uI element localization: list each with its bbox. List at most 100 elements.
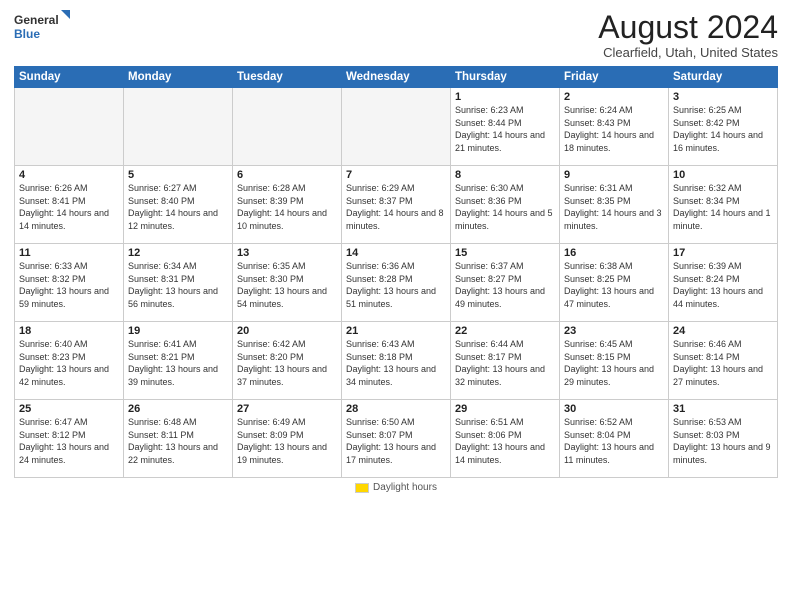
calendar-cell: 27Sunrise: 6:49 AM Sunset: 8:09 PM Dayli… xyxy=(233,400,342,478)
legend-item: Daylight hours xyxy=(355,482,437,493)
calendar-cell: 10Sunrise: 6:32 AM Sunset: 8:34 PM Dayli… xyxy=(669,166,778,244)
day-detail: Sunrise: 6:24 AM Sunset: 8:43 PM Dayligh… xyxy=(564,104,664,154)
month-year-title: August 2024 xyxy=(598,10,778,45)
calendar-cell: 11Sunrise: 6:33 AM Sunset: 8:32 PM Dayli… xyxy=(15,244,124,322)
weekday-header-row: SundayMondayTuesdayWednesdayThursdayFrid… xyxy=(15,67,778,88)
day-number: 31 xyxy=(673,403,773,415)
calendar-cell: 7Sunrise: 6:29 AM Sunset: 8:37 PM Daylig… xyxy=(342,166,451,244)
day-number: 15 xyxy=(455,247,555,259)
day-number: 12 xyxy=(128,247,228,259)
calendar-cell: 30Sunrise: 6:52 AM Sunset: 8:04 PM Dayli… xyxy=(560,400,669,478)
day-detail: Sunrise: 6:49 AM Sunset: 8:09 PM Dayligh… xyxy=(237,416,337,466)
calendar-cell: 9Sunrise: 6:31 AM Sunset: 8:35 PM Daylig… xyxy=(560,166,669,244)
day-detail: Sunrise: 6:37 AM Sunset: 8:27 PM Dayligh… xyxy=(455,260,555,310)
calendar-cell: 12Sunrise: 6:34 AM Sunset: 8:31 PM Dayli… xyxy=(124,244,233,322)
day-detail: Sunrise: 6:32 AM Sunset: 8:34 PM Dayligh… xyxy=(673,182,773,232)
day-detail: Sunrise: 6:39 AM Sunset: 8:24 PM Dayligh… xyxy=(673,260,773,310)
day-detail: Sunrise: 6:27 AM Sunset: 8:40 PM Dayligh… xyxy=(128,182,228,232)
day-number: 11 xyxy=(19,247,119,259)
calendar-table: SundayMondayTuesdayWednesdayThursdayFrid… xyxy=(14,66,778,478)
page-container: General Blue August 2024 Clearfield, Uta… xyxy=(0,0,792,612)
calendar-cell: 18Sunrise: 6:40 AM Sunset: 8:23 PM Dayli… xyxy=(15,322,124,400)
calendar-cell: 4Sunrise: 6:26 AM Sunset: 8:41 PM Daylig… xyxy=(15,166,124,244)
day-number: 3 xyxy=(673,91,773,103)
calendar-cell: 23Sunrise: 6:45 AM Sunset: 8:15 PM Dayli… xyxy=(560,322,669,400)
day-number: 26 xyxy=(128,403,228,415)
calendar-cell: 14Sunrise: 6:36 AM Sunset: 8:28 PM Dayli… xyxy=(342,244,451,322)
calendar-week-3: 11Sunrise: 6:33 AM Sunset: 8:32 PM Dayli… xyxy=(15,244,778,322)
day-number: 4 xyxy=(19,169,119,181)
calendar-cell: 20Sunrise: 6:42 AM Sunset: 8:20 PM Dayli… xyxy=(233,322,342,400)
day-number: 17 xyxy=(673,247,773,259)
day-number: 8 xyxy=(455,169,555,181)
calendar-cell: 6Sunrise: 6:28 AM Sunset: 8:39 PM Daylig… xyxy=(233,166,342,244)
logo-svg: General Blue xyxy=(14,10,70,44)
calendar-cell: 5Sunrise: 6:27 AM Sunset: 8:40 PM Daylig… xyxy=(124,166,233,244)
day-number: 25 xyxy=(19,403,119,415)
location-subtitle: Clearfield, Utah, United States xyxy=(598,45,778,60)
weekday-header-saturday: Saturday xyxy=(669,67,778,88)
day-detail: Sunrise: 6:41 AM Sunset: 8:21 PM Dayligh… xyxy=(128,338,228,388)
calendar-cell: 26Sunrise: 6:48 AM Sunset: 8:11 PM Dayli… xyxy=(124,400,233,478)
calendar-cell: 17Sunrise: 6:39 AM Sunset: 8:24 PM Dayli… xyxy=(669,244,778,322)
day-detail: Sunrise: 6:29 AM Sunset: 8:37 PM Dayligh… xyxy=(346,182,446,232)
day-number: 10 xyxy=(673,169,773,181)
day-detail: Sunrise: 6:43 AM Sunset: 8:18 PM Dayligh… xyxy=(346,338,446,388)
day-number: 30 xyxy=(564,403,664,415)
day-number: 23 xyxy=(564,325,664,337)
day-number: 28 xyxy=(346,403,446,415)
legend-label: Daylight hours xyxy=(373,482,437,493)
day-detail: Sunrise: 6:33 AM Sunset: 8:32 PM Dayligh… xyxy=(19,260,119,310)
day-number: 19 xyxy=(128,325,228,337)
header: General Blue August 2024 Clearfield, Uta… xyxy=(14,10,778,60)
calendar-cell: 3Sunrise: 6:25 AM Sunset: 8:42 PM Daylig… xyxy=(669,88,778,166)
logo: General Blue xyxy=(14,10,70,44)
weekday-header-friday: Friday xyxy=(560,67,669,88)
day-detail: Sunrise: 6:44 AM Sunset: 8:17 PM Dayligh… xyxy=(455,338,555,388)
calendar-cell: 29Sunrise: 6:51 AM Sunset: 8:06 PM Dayli… xyxy=(451,400,560,478)
day-detail: Sunrise: 6:30 AM Sunset: 8:36 PM Dayligh… xyxy=(455,182,555,232)
day-detail: Sunrise: 6:34 AM Sunset: 8:31 PM Dayligh… xyxy=(128,260,228,310)
day-number: 21 xyxy=(346,325,446,337)
calendar-cell: 8Sunrise: 6:30 AM Sunset: 8:36 PM Daylig… xyxy=(451,166,560,244)
calendar-cell: 21Sunrise: 6:43 AM Sunset: 8:18 PM Dayli… xyxy=(342,322,451,400)
calendar-cell: 13Sunrise: 6:35 AM Sunset: 8:30 PM Dayli… xyxy=(233,244,342,322)
day-number: 24 xyxy=(673,325,773,337)
day-number: 29 xyxy=(455,403,555,415)
weekday-header-monday: Monday xyxy=(124,67,233,88)
day-detail: Sunrise: 6:50 AM Sunset: 8:07 PM Dayligh… xyxy=(346,416,446,466)
weekday-header-wednesday: Wednesday xyxy=(342,67,451,88)
calendar-cell xyxy=(233,88,342,166)
day-number: 5 xyxy=(128,169,228,181)
legend-box xyxy=(355,483,369,493)
calendar-week-4: 18Sunrise: 6:40 AM Sunset: 8:23 PM Dayli… xyxy=(15,322,778,400)
calendar-week-1: 1Sunrise: 6:23 AM Sunset: 8:44 PM Daylig… xyxy=(15,88,778,166)
calendar-cell: 2Sunrise: 6:24 AM Sunset: 8:43 PM Daylig… xyxy=(560,88,669,166)
footer: Daylight hours xyxy=(14,482,778,493)
svg-text:Blue: Blue xyxy=(14,27,40,41)
calendar-cell xyxy=(342,88,451,166)
day-detail: Sunrise: 6:42 AM Sunset: 8:20 PM Dayligh… xyxy=(237,338,337,388)
day-number: 27 xyxy=(237,403,337,415)
day-number: 9 xyxy=(564,169,664,181)
day-number: 16 xyxy=(564,247,664,259)
calendar-cell: 31Sunrise: 6:53 AM Sunset: 8:03 PM Dayli… xyxy=(669,400,778,478)
svg-text:General: General xyxy=(14,13,59,27)
calendar-cell: 1Sunrise: 6:23 AM Sunset: 8:44 PM Daylig… xyxy=(451,88,560,166)
title-block: August 2024 Clearfield, Utah, United Sta… xyxy=(598,10,778,60)
day-number: 18 xyxy=(19,325,119,337)
calendar-cell: 22Sunrise: 6:44 AM Sunset: 8:17 PM Dayli… xyxy=(451,322,560,400)
calendar-week-5: 25Sunrise: 6:47 AM Sunset: 8:12 PM Dayli… xyxy=(15,400,778,478)
day-number: 1 xyxy=(455,91,555,103)
day-number: 14 xyxy=(346,247,446,259)
calendar-cell: 19Sunrise: 6:41 AM Sunset: 8:21 PM Dayli… xyxy=(124,322,233,400)
day-detail: Sunrise: 6:52 AM Sunset: 8:04 PM Dayligh… xyxy=(564,416,664,466)
day-detail: Sunrise: 6:46 AM Sunset: 8:14 PM Dayligh… xyxy=(673,338,773,388)
day-detail: Sunrise: 6:48 AM Sunset: 8:11 PM Dayligh… xyxy=(128,416,228,466)
day-number: 2 xyxy=(564,91,664,103)
day-detail: Sunrise: 6:40 AM Sunset: 8:23 PM Dayligh… xyxy=(19,338,119,388)
day-detail: Sunrise: 6:25 AM Sunset: 8:42 PM Dayligh… xyxy=(673,104,773,154)
day-detail: Sunrise: 6:28 AM Sunset: 8:39 PM Dayligh… xyxy=(237,182,337,232)
weekday-header-thursday: Thursday xyxy=(451,67,560,88)
day-detail: Sunrise: 6:35 AM Sunset: 8:30 PM Dayligh… xyxy=(237,260,337,310)
